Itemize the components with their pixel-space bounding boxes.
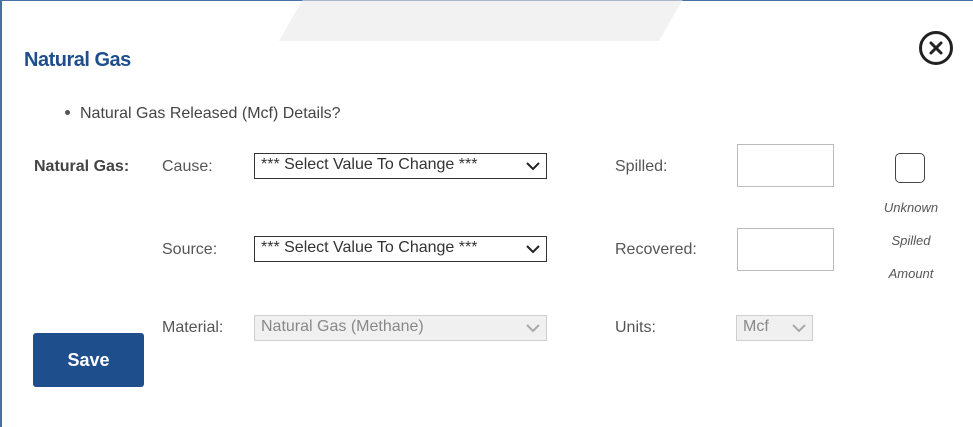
units-select-value: Mcf (743, 318, 769, 335)
recovered-label: Recovered: (615, 241, 697, 258)
chevron-down-icon (526, 324, 540, 333)
material-select-value: Natural Gas (Methane) (261, 318, 424, 335)
source-label: Source: (162, 241, 218, 258)
chevron-down-icon (526, 245, 540, 254)
cause-label: Cause: (162, 158, 213, 175)
cause-select-value: *** Select Value To Change *** (261, 156, 478, 173)
units-select[interactable]: Mcf (736, 315, 813, 341)
recovered-input[interactable] (737, 228, 834, 271)
close-button[interactable] (919, 31, 953, 65)
bullet-icon (65, 110, 70, 116)
section-label: Natural Gas: (34, 158, 130, 175)
unknown-line-2: Spilled (891, 233, 931, 248)
spilled-input[interactable] (737, 144, 834, 187)
unknown-line-1: Unknown (883, 200, 939, 215)
material-label: Material: (162, 319, 224, 336)
chevron-down-icon (526, 162, 540, 171)
chevron-down-icon (792, 324, 806, 333)
question-text: Natural Gas Released (Mcf) Details? (80, 105, 341, 122)
unknown-line-3: Amount (888, 266, 934, 281)
dialog-title: Natural Gas (24, 49, 131, 71)
unknown-spilled-label: Unknown Spilled Amount (864, 191, 958, 290)
cause-select[interactable]: *** Select Value To Change *** (254, 153, 547, 179)
details-question: Natural Gas Released (Mcf) Details? (65, 105, 341, 123)
natural-gas-dialog: Natural Gas Natural Gas Released (Mcf) D… (0, 0, 973, 427)
units-label: Units: (615, 319, 656, 336)
spilled-label: Spilled: (615, 158, 668, 175)
save-button[interactable]: Save (33, 333, 144, 387)
source-select-value: *** Select Value To Change *** (261, 239, 478, 256)
background-watermark (278, 0, 706, 41)
unknown-spilled-checkbox[interactable] (895, 153, 925, 183)
source-select[interactable]: *** Select Value To Change *** (254, 236, 547, 262)
close-icon (929, 41, 943, 55)
material-select[interactable]: Natural Gas (Methane) (254, 315, 547, 341)
